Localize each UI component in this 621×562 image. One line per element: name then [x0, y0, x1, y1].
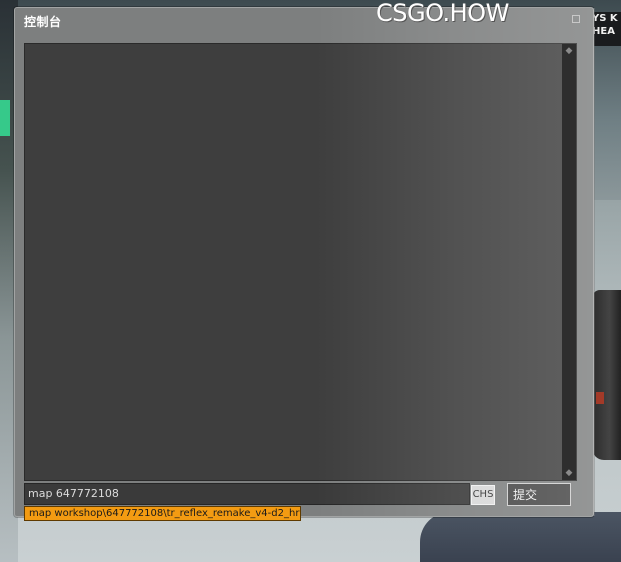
window-title: 控制台	[24, 15, 62, 29]
site-watermark: CSGO.HOW	[376, 0, 509, 27]
player-weapon-detail	[596, 392, 604, 404]
console-window: 控制台 ◆ ◆ CHS 提交	[14, 7, 595, 517]
player-arm	[420, 512, 621, 562]
command-input-box[interactable]	[24, 483, 470, 505]
background-sign-line: YS K	[592, 13, 618, 24]
close-icon[interactable]	[572, 15, 580, 23]
ime-indicator: CHS	[471, 485, 495, 505]
scroll-down-icon[interactable]: ◆	[564, 468, 574, 478]
submit-button[interactable]: 提交	[507, 483, 571, 506]
scroll-up-icon[interactable]: ◆	[564, 46, 574, 56]
autocomplete-suggestion[interactable]: map workshop\647772108\tr_reflex_remake_…	[24, 506, 301, 521]
player-weapon	[592, 290, 621, 460]
background-sign: YS K HEA	[590, 12, 621, 46]
background-sign-green	[0, 100, 10, 136]
background-sign-line: HEA	[592, 26, 615, 37]
output-scrollbar[interactable]: ◆ ◆	[562, 44, 576, 480]
console-output[interactable]	[24, 43, 577, 481]
command-input[interactable]	[28, 487, 458, 500]
